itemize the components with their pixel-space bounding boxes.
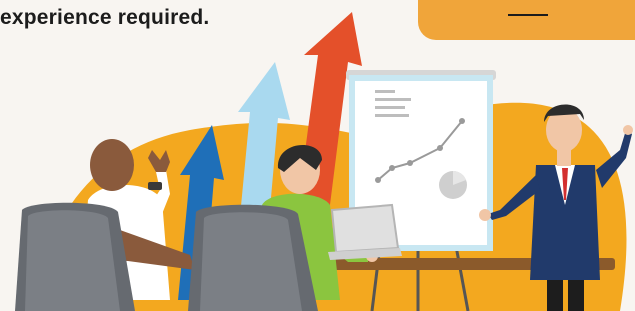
chair-center: [188, 204, 318, 311]
presentation-illustration: [15, 12, 633, 311]
laptop-icon: [330, 203, 400, 254]
chair-left: [15, 202, 135, 311]
